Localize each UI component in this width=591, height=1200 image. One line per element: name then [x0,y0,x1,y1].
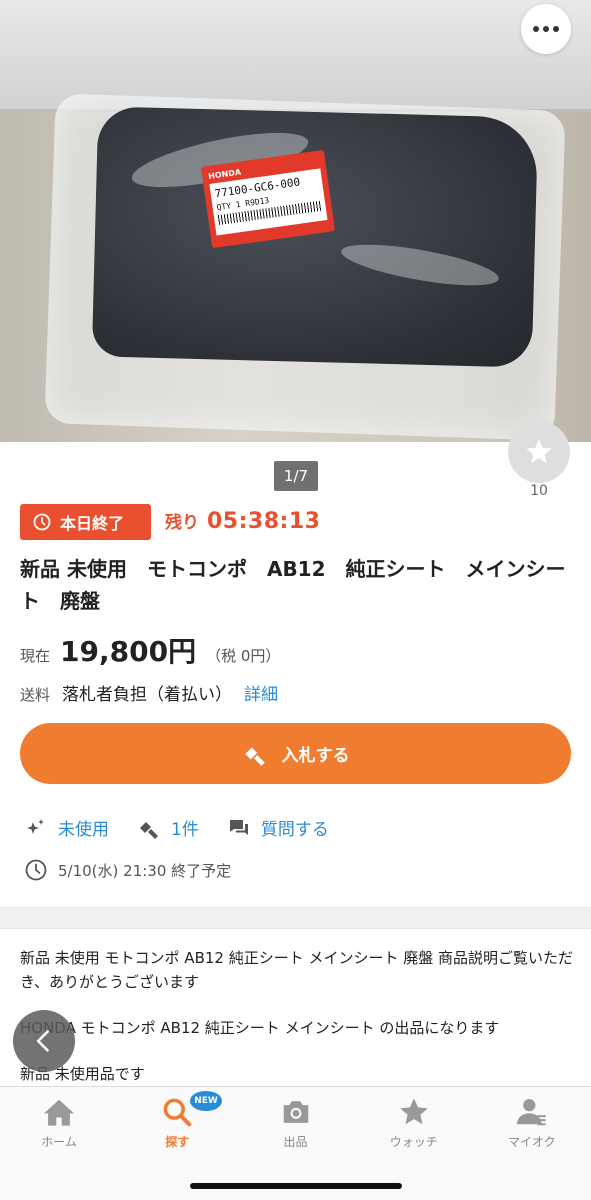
clock-icon [33,513,51,531]
clock-icon [25,859,47,881]
question-label: 質問する [260,820,329,840]
seat-shape [91,106,539,368]
user-icon [516,1099,546,1126]
dot-icon [543,26,549,32]
item-title: 新品 未使用 モトコンポ AB12 純正シート メインシート 廃盤 [20,557,566,613]
end-time-text: 5/10(水) 21:30 終了予定 [58,861,232,880]
ending-badge-label: 本日終了 [60,514,125,533]
camera-icon [283,1101,308,1123]
home-icon [44,1099,75,1126]
current-price: 19,800円 [60,635,197,668]
remaining-time: 残り 05:38:13 [165,508,320,534]
shipping-row: 送料 落札者負担（着払い） 詳細 [20,680,278,705]
price-label: 現在 [20,647,51,665]
home-indicator [190,1183,402,1189]
remaining-label: 残り [165,513,199,533]
shipping-label: 送料 [20,686,51,704]
gavel-icon [244,747,265,766]
description-line: 新品 未使用 モトコンポ AB12 純正シート メインシート 廃盤 商品説明ご覧… [20,949,574,991]
search-icon [163,1098,192,1127]
shipping-details-link[interactable]: 詳細 [244,680,278,705]
star-icon [399,1098,428,1125]
dot-icon [533,26,539,32]
watch-button[interactable] [508,421,570,483]
watch-count: 10 [530,483,548,499]
sparkle-icon [27,818,44,834]
condition-label: 未使用 [58,820,109,840]
tab-sell-label: 出品 [283,1135,308,1149]
part-label: HONDA 77100-GC6-000 QTY 1 R9D13 [200,149,336,249]
bid-count-item[interactable]: 1件 [137,815,199,840]
back-button[interactable] [13,1010,75,1072]
product-photo[interactable]: HONDA 77100-GC6-000 QTY 1 R9D13 [0,0,591,442]
item-meta-row: 未使用 1件 質問する [24,815,357,840]
tab-mypage-label: マイオク [508,1135,556,1149]
shipping-value: 落札者負担（着払い） [62,685,233,705]
tax-amount: （税 0円） [206,647,281,665]
image-counter: 1/7 [274,461,318,491]
bid-count-label: 1件 [171,820,199,840]
remaining-time-value: 05:38:13 [207,509,321,534]
chevron-left-icon [36,1030,49,1052]
description-line: 新品 未使用品です [20,1065,145,1083]
dot-icon [553,26,559,32]
new-badge: NEW [190,1091,222,1111]
question-item[interactable]: 質問する [227,815,329,840]
chat-icon [229,819,248,835]
tab-home[interactable]: ホーム [0,1087,118,1200]
more-options-button[interactable] [521,4,571,54]
bid-button-label: 入札する [281,746,350,766]
section-divider [0,907,591,929]
price-row: 現在 19,800円 （税 0円） [20,630,280,670]
tab-search-label: 探す [165,1135,190,1149]
description-line: HONDA モトコンポ AB12 純正シート メインシート の出品になります [20,1019,500,1037]
star-icon [526,439,552,464]
tab-home-label: ホーム [41,1135,77,1149]
bid-button[interactable]: 入札する [20,723,571,784]
gavel-icon [140,821,158,839]
ending-today-badge: 本日終了 [20,504,151,540]
item-description: 新品 未使用 モトコンポ AB12 純正シート メインシート 廃盤 商品説明ご覧… [20,946,576,1108]
tab-watch-label: ウォッチ [389,1135,438,1149]
end-time-row: 5/10(水) 21:30 終了予定 [24,858,231,882]
tab-mypage[interactable]: マイオク [473,1087,591,1200]
condition-item[interactable]: 未使用 [24,815,109,840]
